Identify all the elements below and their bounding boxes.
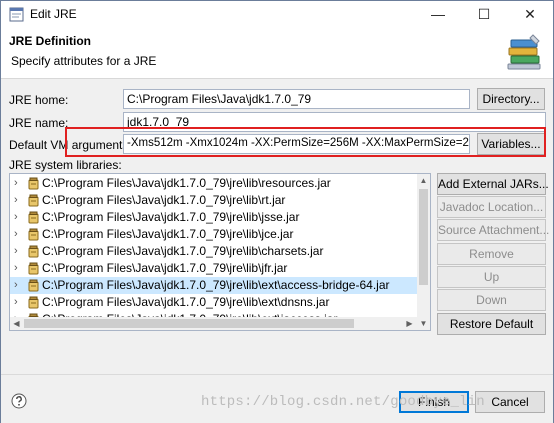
jar-icon <box>28 228 39 241</box>
horizontal-scroll-thumb[interactable] <box>24 319 354 328</box>
jre-home-field[interactable]: C:\Program Files\Java\jdk1.7.0_79 <box>123 89 470 109</box>
up-button[interactable]: Up <box>437 266 546 288</box>
source-attachment-button[interactable]: Source Attachment... <box>437 219 549 241</box>
javadoc-location-button[interactable]: Javadoc Location... <box>437 196 546 218</box>
edit-jre-dialog: Edit JRE — ☐ ✕ JRE Definition Specify at… <box>0 0 554 423</box>
window-title: Edit JRE <box>30 7 77 21</box>
list-item[interactable]: › C:\Program Files\Java\jdk1.7.0_79\jre\l… <box>10 209 418 226</box>
list-item[interactable]: › C:\Program Files\Java\jdk1.7.0_79\jre\l… <box>10 294 418 311</box>
remove-button[interactable]: Remove <box>437 243 546 265</box>
list-item[interactable]: › C:\Program Files\Java\jdk1.7.0_79\jre\l… <box>10 277 418 294</box>
dialog-header: JRE Definition Specify attributes for a … <box>1 28 553 79</box>
list-item[interactable]: › C:\Program Files\Java\jdk1.7.0_79\jre\l… <box>10 192 418 209</box>
scroll-down-arrow-icon[interactable]: ▼ <box>418 317 429 330</box>
jar-icon <box>27 330 40 331</box>
list-item-label: C:\Program Files\Java\jdk1.7.0_79\jre\li… <box>42 295 330 309</box>
scroll-left-arrow-icon[interactable]: ◀ <box>11 317 22 330</box>
down-button[interactable]: Down <box>437 289 546 311</box>
eclipse-app-icon <box>9 7 24 22</box>
vertical-scroll-thumb[interactable] <box>419 189 428 285</box>
jar-icon <box>28 296 39 309</box>
jar-icon <box>28 245 39 258</box>
list-item[interactable]: › C:\Program Files\Java\jdk1.7.0_79\jre\l… <box>10 260 418 277</box>
horizontal-scrollbar[interactable]: ◀ ▶ <box>10 317 418 330</box>
highlight-box <box>65 127 546 157</box>
expand-chevron-icon[interactable]: › <box>14 294 24 311</box>
restore-default-button[interactable]: Restore Default <box>437 313 546 335</box>
jar-icon <box>28 177 39 190</box>
jre-home-label: JRE home: <box>9 93 69 107</box>
add-external-jars-button[interactable]: Add External JARs... <box>437 173 549 195</box>
title-bar: Edit JRE — ☐ ✕ <box>1 1 553 28</box>
page-title: JRE Definition <box>9 34 92 48</box>
expand-chevron-icon[interactable]: › <box>14 192 24 209</box>
expand-chevron-icon[interactable]: › <box>14 277 24 294</box>
expand-chevron-icon[interactable]: › <box>14 260 24 277</box>
list-item-label: C:\Program Files\Java\jdk1.7.0_79\jre\li… <box>42 227 294 241</box>
list-item[interactable]: › C:\Program Files\Java\jdk1.7.0_79\jre\l… <box>10 243 418 260</box>
jre-system-libraries-label: JRE system libraries: <box>9 158 122 172</box>
jar-icon <box>28 279 39 292</box>
jar-icon <box>28 262 39 275</box>
list-item-label: C:\Program Files\Java\jdk1.7.0_79\jre\li… <box>42 193 286 207</box>
list-item[interactable]: › C:\Program Files\Java\jdk1.7.0_79\jre\l… <box>10 226 418 243</box>
close-button[interactable]: ✕ <box>507 1 553 28</box>
list-item-label: C:\Program Files\Java\jdk1.7.0_79\jre\li… <box>42 261 288 275</box>
scroll-up-arrow-icon[interactable]: ▲ <box>418 174 429 187</box>
expand-chevron-icon[interactable]: › <box>14 243 24 260</box>
books-icon <box>507 34 541 70</box>
expand-chevron-icon[interactable]: › <box>14 175 24 192</box>
watermark: https://blog.csdn.net/goodbye_lin <box>201 394 485 410</box>
maximize-button[interactable]: ☐ <box>461 1 507 28</box>
list-item-label: C:\Program Files\Java\jdk1.7.0_79\jre\li… <box>42 210 300 224</box>
cancel-button[interactable]: Cancel <box>475 391 545 413</box>
scroll-right-arrow-icon[interactable]: ▶ <box>404 317 415 330</box>
list-item[interactable]: › C:\Program Files\Java\jdk1.7.0_79\jre\l… <box>10 175 418 192</box>
list-item-label: C:\Program Files\Java\jdk1.7.0_79\jre\li… <box>42 244 324 258</box>
list-item-label: C:\Program Files\Java\jdk1.7.0_79\jre\li… <box>42 176 331 190</box>
vertical-scrollbar[interactable]: ▲ ▼ <box>417 174 430 330</box>
minimize-button[interactable]: — <box>415 1 461 28</box>
list-item-label: C:\Program Files\Java\jdk1.7.0_79\jre\li… <box>42 278 390 292</box>
expand-chevron-icon[interactable]: › <box>14 209 24 226</box>
page-subtitle: Specify attributes for a JRE <box>11 54 157 68</box>
jre-libraries-list[interactable]: › C:\Program Files\Java\jdk1.7.0_79\jre\l… <box>9 173 431 331</box>
jre-name-label: JRE name: <box>9 116 69 130</box>
help-icon[interactable] <box>11 393 27 409</box>
jar-icon <box>28 211 39 224</box>
expand-chevron-icon[interactable]: › <box>14 226 24 243</box>
directory-button[interactable]: Directory... <box>477 88 545 110</box>
jar-icon <box>28 194 39 207</box>
